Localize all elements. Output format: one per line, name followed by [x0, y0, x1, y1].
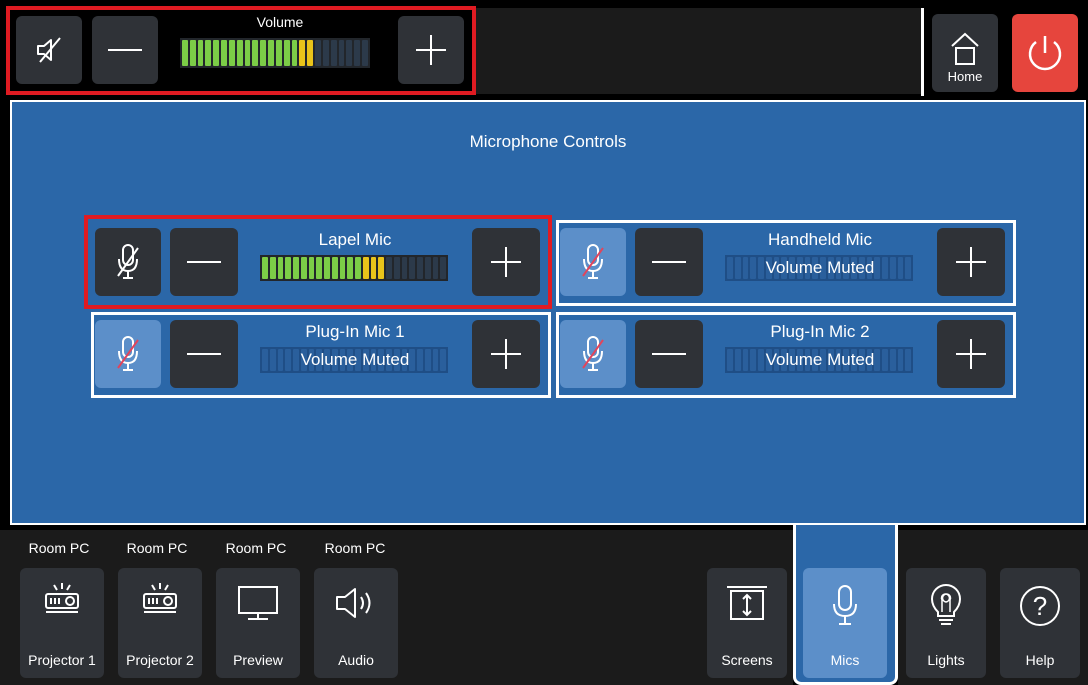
mic-name-lapel: Lapel Mic	[318, 230, 392, 249]
nav-help-button[interactable]: ? Help	[1000, 568, 1080, 678]
master-volume-label: Volume	[256, 14, 304, 30]
projector-icon	[45, 583, 79, 613]
mic-name-plugin-1: Plug-In Mic 1	[305, 322, 405, 341]
microphone-muted-icon	[582, 244, 604, 279]
nav-label: Help	[1025, 652, 1055, 668]
source-group-label: Room PC	[126, 540, 188, 556]
source-label: Projector 1	[28, 652, 96, 668]
mic-volume-up-button-handheld[interactable]	[937, 228, 1005, 296]
mic-mute-button-plugin-1[interactable]	[95, 320, 161, 388]
source-label: Projector 2	[126, 652, 194, 668]
source-group-label: Room PC	[225, 540, 287, 556]
master-volume-meter	[180, 38, 370, 68]
mic-status-plugin-2: Volume Muted	[765, 350, 875, 369]
nav-lights-button[interactable]: Lights	[906, 568, 986, 678]
mic-volume-down-button-plugin-1[interactable]	[170, 320, 238, 388]
nav-label: Screens	[721, 652, 773, 668]
mic-volume-down-button-lapel[interactable]	[170, 228, 238, 296]
source-label: Preview	[233, 652, 283, 668]
master-volume-up-button[interactable]	[398, 16, 464, 84]
page-title: Microphone Controls	[469, 132, 627, 151]
mic-volume-up-button-lapel[interactable]	[472, 228, 540, 296]
mic-mute-button-plugin-2[interactable]	[560, 320, 626, 388]
nav-label: Mics	[830, 652, 860, 668]
main-panel: Microphone Controls	[10, 100, 1086, 525]
mic-volume-up-button-plugin-1[interactable]	[472, 320, 540, 388]
plus-icon	[416, 35, 446, 65]
system-controls: Home	[921, 8, 1088, 96]
minus-icon	[652, 261, 686, 263]
projector-icon	[143, 583, 177, 613]
plus-icon	[956, 339, 986, 369]
source-projector-2-button[interactable]: Projector 2	[118, 568, 202, 678]
mic-name-plugin-2: Plug-In Mic 2	[770, 322, 870, 341]
microphone-muted-icon	[582, 336, 604, 371]
home-icon	[951, 32, 979, 65]
mic-mute-button-lapel[interactable]	[95, 228, 161, 296]
screen-icon	[727, 586, 767, 620]
minus-icon	[652, 353, 686, 355]
mic-volume-down-button-plugin-2[interactable]	[635, 320, 703, 388]
microphone-icon	[833, 585, 857, 625]
master-volume-group: Volume	[6, 6, 476, 95]
svg-text:?: ?	[1033, 591, 1047, 621]
speaker-muted-icon	[37, 37, 61, 63]
source-audio-button[interactable]: Audio	[314, 568, 398, 678]
top-bar-spacer	[476, 8, 921, 94]
master-volume-down-button[interactable]	[92, 16, 158, 84]
home-button[interactable]: Home	[932, 14, 998, 92]
source-preview-button[interactable]: Preview	[216, 568, 300, 678]
mic-status-plugin-1: Volume Muted	[300, 350, 410, 369]
plus-icon	[491, 247, 521, 277]
mic-volume-down-button-handheld[interactable]	[635, 228, 703, 296]
nav-label: Lights	[927, 652, 965, 668]
lightbulb-icon	[930, 584, 962, 625]
microphone-muted-icon	[117, 244, 139, 279]
nav-mics-button[interactable]: Mics	[803, 568, 887, 678]
source-projector-1-button[interactable]: Projector 1	[20, 568, 104, 678]
help-icon: ?	[1020, 586, 1060, 626]
nav-screens-button[interactable]: Screens	[707, 568, 787, 678]
plus-icon	[956, 247, 986, 277]
mic-volume-up-button-plugin-2[interactable]	[937, 320, 1005, 388]
power-icon	[1028, 36, 1062, 71]
mic-level-meter-lapel	[260, 255, 448, 281]
mic-mute-button-handheld[interactable]	[560, 228, 626, 296]
speaker-icon	[336, 588, 371, 618]
monitor-icon	[238, 586, 278, 620]
power-button[interactable]	[1012, 14, 1078, 92]
microphone-muted-icon	[117, 336, 139, 371]
mic-name-handheld: Handheld Mic	[768, 230, 872, 249]
source-label: Audio	[338, 652, 374, 668]
source-group-label: Room PC	[28, 540, 90, 556]
master-mute-button[interactable]	[16, 16, 82, 84]
home-label: Home	[947, 69, 983, 84]
minus-icon	[108, 49, 142, 51]
source-group-label: Room PC	[324, 540, 386, 556]
minus-icon	[187, 261, 221, 263]
mic-status-handheld: Volume Muted	[765, 258, 875, 277]
minus-icon	[187, 353, 221, 355]
plus-icon	[491, 339, 521, 369]
